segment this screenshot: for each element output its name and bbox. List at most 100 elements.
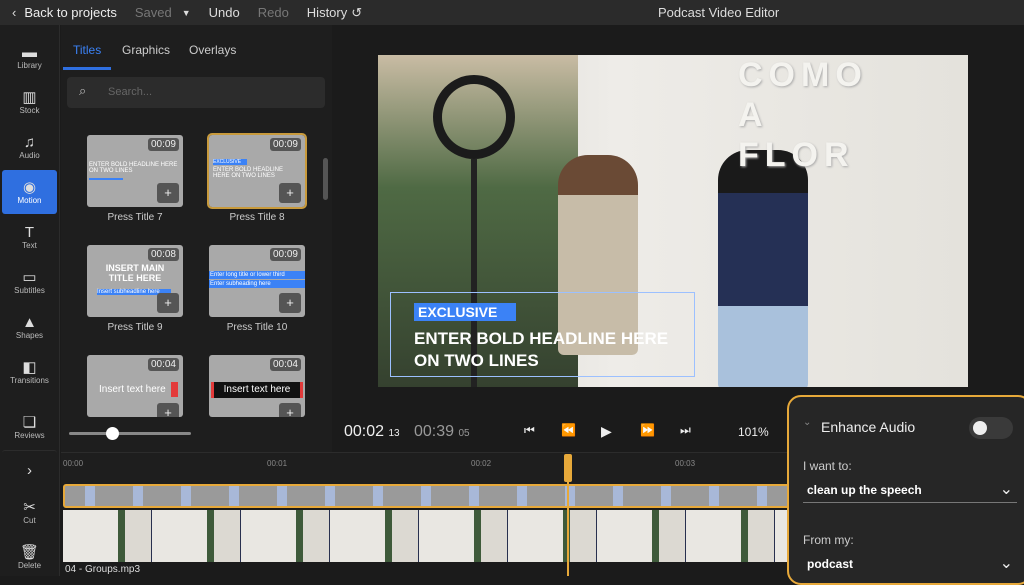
search-icon: ⌕ <box>79 83 87 98</box>
duration-badge: 00:09 <box>269 248 301 261</box>
top-bar: ‹ Back to projects Saved ▼ Undo Redo His… <box>0 0 1024 25</box>
slider-knob[interactable] <box>105 427 119 440</box>
duration-badge: 00:09 <box>147 138 179 151</box>
enhance-audio-toggle[interactable] <box>969 417 1013 439</box>
motion-icon: ◉ <box>22 179 37 196</box>
add-icon[interactable]: + <box>279 403 301 417</box>
sidebar-label: Library <box>17 61 42 70</box>
from-label: From my: <box>803 533 854 547</box>
play-icon[interactable]: ▶ <box>601 423 612 440</box>
duration-badge: 00:09 <box>269 138 301 151</box>
rewind-icon[interactable]: ⏪ <box>561 423 576 437</box>
sidebar-label: Reviews <box>14 431 45 440</box>
titles-panel: Titles Graphics Overlays ⌕ Search... 00:… <box>61 25 332 452</box>
want-label: I want to: <box>803 459 852 473</box>
title-thumb-press-title-7[interactable]: 00:09 ENTER BOLD HEADLINE HERE ON TWO LI… <box>87 135 183 207</box>
chevron-down-icon[interactable]: ⌄ <box>803 417 811 428</box>
active-tab-indicator <box>63 67 111 70</box>
current-time: 00:02 13 <box>344 423 400 441</box>
video-preview[interactable]: COMO A FLOR EXCLUSIVE ENTER BOLD HEADLIN… <box>378 55 968 387</box>
sidebar: ▬ Library ▥ Stock ♫ Audio ◉ Motion T Text ▭ Su… <box>0 25 60 576</box>
add-icon[interactable]: + <box>157 403 179 417</box>
toggle-knob <box>973 421 987 435</box>
thumb-label: Press Title 8 <box>229 212 285 223</box>
ruler-tick: 00:00 <box>63 459 84 468</box>
panel-scrollbar[interactable] <box>323 158 328 200</box>
tab-overlays[interactable]: Overlays <box>189 43 236 57</box>
sidebar-item-audio[interactable]: ♫ Audio <box>2 125 57 169</box>
scissors-icon: ✂ <box>23 499 36 516</box>
sidebar-item-text[interactable]: T Text <box>2 215 57 259</box>
ring-light <box>433 75 515 159</box>
title-thumb-press-title-8[interactable]: 00:09 EXCLUSIVE ENTER BOLD HEADLINE HERE… <box>207 133 307 209</box>
video-clip[interactable] <box>63 510 791 562</box>
thumb-accent <box>171 382 178 397</box>
sidebar-item-stock[interactable]: ▥ Stock <box>2 80 57 124</box>
chevron-right-icon: › <box>27 462 32 479</box>
sidebar-label: Shapes <box>15 331 44 340</box>
overlay-headline-line1: ENTER BOLD HEADLINE HERE <box>414 329 669 348</box>
overlay-headline-line2: ON TWO LINES <box>414 351 539 370</box>
comments-icon: ❏ <box>22 414 37 431</box>
from-value: podcast <box>807 557 854 571</box>
tab-graphics[interactable]: Graphics <box>122 43 170 57</box>
fast-forward-icon[interactable]: ⏩ <box>640 423 655 437</box>
title-thumb-press-title-10[interactable]: 00:09 Enter long title or lower third En… <box>209 245 305 317</box>
chevron-left-icon[interactable]: ‹ <box>12 5 16 20</box>
title-thumb-6[interactable]: 00:04 Insert text here + <box>209 355 305 417</box>
add-icon[interactable]: + <box>279 183 301 203</box>
duration-badge: 00:04 <box>269 358 301 371</box>
title-clip[interactable] <box>63 484 791 508</box>
delete-label: Delete <box>17 561 42 570</box>
sidebar-item-reviews[interactable]: ❏ Reviews <box>2 405 57 449</box>
sidebar-item-transitions[interactable]: ◧ Transitions <box>2 350 57 394</box>
add-icon[interactable]: + <box>157 293 179 313</box>
playhead-line[interactable] <box>567 480 569 576</box>
search-input[interactable]: ⌕ Search... <box>67 77 325 108</box>
thumb-sub: Enter subheading here <box>209 280 305 288</box>
tab-titles[interactable]: Titles <box>73 43 101 57</box>
redo-button[interactable]: Redo <box>258 5 289 20</box>
total-time: 00:39 05 <box>414 423 470 441</box>
total-time-value: 00:39 <box>414 423 455 440</box>
chevron-down-icon: ⌄ <box>999 555 1013 572</box>
add-icon[interactable]: + <box>279 293 301 313</box>
delete-button[interactable]: 🗑 Delete <box>2 535 57 579</box>
chevron-down-icon: ⌄ <box>999 481 1013 498</box>
history-button[interactable]: History <box>307 5 347 20</box>
playhead-handle[interactable] <box>564 454 572 482</box>
sidebar-item-shapes[interactable]: ▲ Shapes <box>2 305 57 349</box>
sidebar-item-motion[interactable]: ◉ Motion <box>2 170 57 214</box>
duration-badge: 00:08 <box>147 248 179 261</box>
back-to-projects-link[interactable]: Back to projects <box>24 5 117 20</box>
skip-start-icon[interactable]: ⏮ <box>524 423 535 438</box>
save-dropdown-icon[interactable]: ▼ <box>182 8 191 18</box>
undo-button[interactable]: Undo <box>209 5 240 20</box>
from-select[interactable]: podcast ⌄ <box>803 553 1017 577</box>
app-title: Podcast Video Editor <box>658 5 780 20</box>
title-thumb-5[interactable]: 00:04 Insert text here + <box>87 355 183 417</box>
thumb-text: Insert text here <box>99 384 166 395</box>
sidebar-item-subtitles[interactable]: ▭ Subtitles <box>2 260 57 304</box>
thumb-size-slider[interactable] <box>69 432 191 435</box>
sidebar-item-library[interactable]: ▬ Library <box>2 35 57 79</box>
thumb-label: Press Title 7 <box>107 212 163 223</box>
zoom-level[interactable]: 101% <box>738 425 769 439</box>
ruler-tick: 00:01 <box>267 459 288 468</box>
sidebar-label: Stock <box>19 106 40 115</box>
cut-button[interactable]: ✂ Cut <box>2 490 57 534</box>
current-frames: 13 <box>388 428 400 439</box>
history-icon[interactable]: ↺ <box>351 5 362 21</box>
timeline[interactable]: 00:00 00:01 00:02 00:03 04 - Groups.mp3 <box>61 452 791 576</box>
want-select[interactable]: clean up the speech ⌄ <box>803 479 1017 503</box>
enhance-audio-panel: ⌄ Enhance Audio I want to: clean up the … <box>787 395 1024 585</box>
sidebar-label: Motion <box>17 196 42 205</box>
thumb-text: Enter long title or lower third <box>209 271 305 279</box>
transitions-icon: ◧ <box>22 359 37 376</box>
add-icon[interactable]: + <box>157 183 179 203</box>
sidebar-label: Audio <box>19 151 40 160</box>
skip-end-icon[interactable]: ⏭ <box>680 423 691 438</box>
title-thumb-press-title-9[interactable]: 00:08 INSERT MAIN TITLE HERE Insert subh… <box>87 245 183 317</box>
expand-timeline-button[interactable]: › <box>2 450 57 490</box>
current-time-value: 00:02 <box>344 423 385 440</box>
